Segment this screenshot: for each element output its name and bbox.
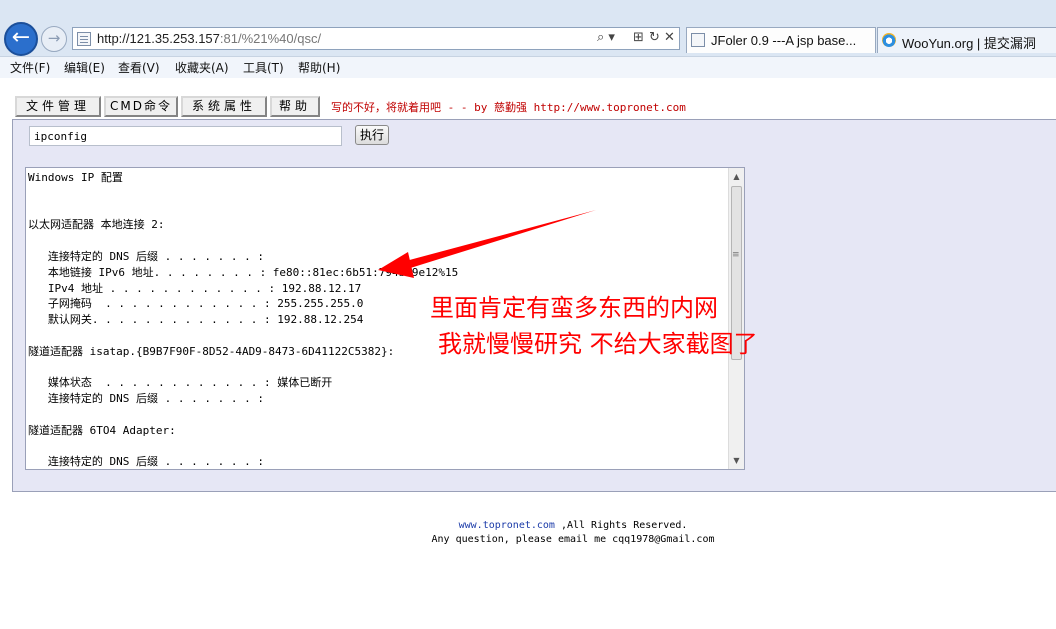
scroll-down-icon[interactable]: ▼ xyxy=(729,453,744,468)
annotation-line-1: 里面肯定有蛮多东西的内网 xyxy=(430,294,718,322)
page-icon xyxy=(691,33,705,47)
author-note: 写的不好，将就着用吧 - - by 慈勤强 http://www.toprone… xyxy=(331,101,686,114)
footer-rights: ,All Rights Reserved. xyxy=(554,520,688,531)
cmd-command-button[interactable]: CMD命令 xyxy=(104,96,178,117)
tab-label: JFoler 0.9 ---A jsp base... xyxy=(711,33,857,48)
back-arrow-icon: ← xyxy=(11,25,31,50)
forward-button[interactable]: → xyxy=(41,26,67,52)
page-icon xyxy=(77,32,91,46)
help-button[interactable]: 帮助 xyxy=(270,96,320,117)
tab-wooyun[interactable]: WooYun.org | 提交漏洞 xyxy=(877,27,1056,53)
footer-link[interactable]: www.topronet.com xyxy=(459,520,555,531)
menu-edit[interactable]: 编辑(E) xyxy=(64,59,105,76)
menu-view[interactable]: 查看(V) xyxy=(118,59,160,76)
command-input[interactable] xyxy=(29,126,342,146)
footer-contact: Any question, please email me cqq1978@Gm… xyxy=(431,534,715,545)
menu-help[interactable]: 帮助(H) xyxy=(298,59,340,76)
back-button[interactable]: ← xyxy=(4,22,38,56)
output-text: Windows IP 配置 以太网适配器 本地连接 2: 连接特定的 DNS 后… xyxy=(28,171,459,469)
menu-file[interactable]: 文件(F) xyxy=(10,59,50,76)
system-properties-button[interactable]: 系统属性 xyxy=(181,96,267,117)
footer-copyright: www.topronet.com ,All Rights Reserved. xyxy=(0,520,1056,531)
scroll-up-icon[interactable]: ▲ xyxy=(729,169,744,184)
address-url[interactable]: http://121.35.253.157:81/%21%40/qsc/ xyxy=(97,31,321,46)
scroll-grip-icon: ≡ xyxy=(732,250,740,260)
refresh-icon[interactable]: ↻ xyxy=(649,30,660,45)
ie-icon xyxy=(882,33,896,47)
annotation-line-2: 我就慢慢研究 不给大家截图了 xyxy=(438,330,758,358)
browser-chrome: ← → http://121.35.253.157:81/%21%40/qsc/… xyxy=(0,0,1056,78)
forward-arrow-icon: → xyxy=(47,29,61,47)
menu-favorites[interactable]: 收藏夹(A) xyxy=(175,59,229,76)
tab-jfoler[interactable]: JFoler 0.9 ---A jsp base... xyxy=(686,27,876,53)
menu-tools[interactable]: 工具(T) xyxy=(243,59,284,76)
stop-icon[interactable]: ✕ xyxy=(664,30,675,45)
search-icon[interactable]: ⌕ ▾ xyxy=(597,30,615,45)
execute-button[interactable]: 执行 xyxy=(355,125,389,145)
output-scrollbar[interactable]: ▲ ≡ ▼ xyxy=(728,168,744,469)
tab-label: WooYun.org | 提交漏洞 xyxy=(902,36,1036,51)
address-bar[interactable]: http://121.35.253.157:81/%21%40/qsc/ ⌕ ▾… xyxy=(72,27,680,50)
file-manager-button[interactable]: 文件管理 xyxy=(15,96,101,117)
menu-bar: 文件(F) 编辑(E) 查看(V) 收藏夹(A) 工具(T) 帮助(H) xyxy=(0,56,1056,78)
compatibility-view-icon[interactable]: ⊞ xyxy=(633,30,644,45)
